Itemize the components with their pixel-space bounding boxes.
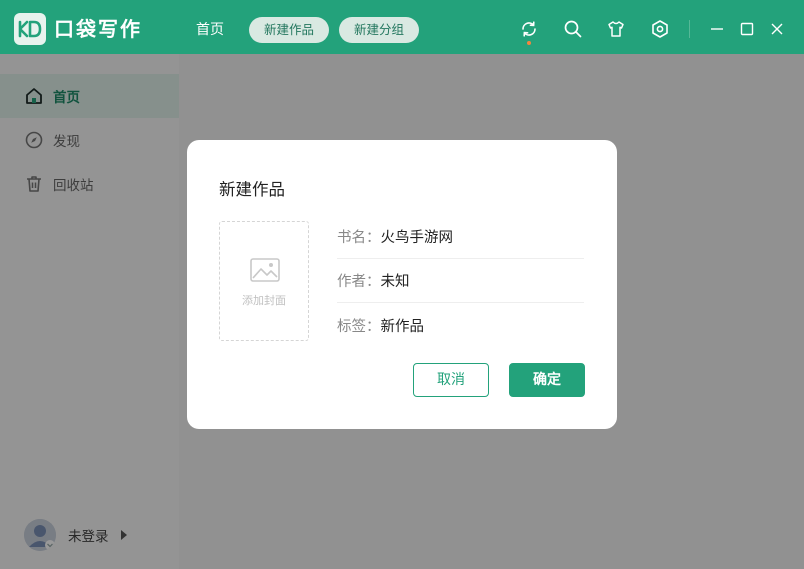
field-value: 未知 — [380, 274, 410, 290]
new-work-button[interactable]: 新建作品 — [249, 17, 329, 43]
toolbar-divider — [689, 20, 690, 38]
settings-icon[interactable] — [649, 18, 671, 40]
field-label: 书名： — [337, 230, 381, 246]
app-title: 口袋写作 — [54, 17, 142, 41]
maximize-icon[interactable] — [736, 18, 758, 40]
image-icon — [250, 258, 280, 282]
minimize-icon[interactable] — [706, 18, 728, 40]
book-name-field[interactable]: 书名： 火鸟手游网 — [337, 215, 584, 259]
cancel-button[interactable]: 取消 — [413, 363, 489, 397]
new-group-button[interactable]: 新建分组 — [339, 17, 419, 43]
author-field[interactable]: 作者： 未知 — [337, 259, 584, 303]
sync-status-dot — [527, 41, 531, 45]
tshirt-icon[interactable] — [605, 18, 627, 40]
field-label: 标签： — [337, 318, 381, 335]
confirm-button[interactable]: 确定 — [509, 363, 585, 397]
add-cover-label: 添加封面 — [242, 294, 286, 307]
add-cover-button[interactable]: 添加封面 — [219, 221, 309, 341]
search-icon[interactable] — [562, 18, 584, 40]
new-work-dialog: 新建作品 添加封面 书名： 火鸟手游网 作者： 未知 标签： 新作品 取消 确定 — [187, 140, 617, 429]
app-logo — [14, 13, 46, 45]
field-value: 新作品 — [380, 318, 425, 335]
tag-field[interactable]: 标签： 新作品 — [337, 303, 584, 347]
nav-home[interactable]: 首页 — [196, 18, 224, 42]
title-bar: 口袋写作 首页 新建作品 新建分组 — [0, 0, 804, 54]
field-value: 火鸟手游网 — [380, 230, 454, 246]
sync-icon[interactable] — [518, 18, 540, 40]
logo-icon — [18, 20, 42, 38]
dialog-title: 新建作品 — [219, 180, 285, 199]
close-icon[interactable] — [766, 18, 788, 40]
field-label: 作者： — [337, 274, 381, 290]
